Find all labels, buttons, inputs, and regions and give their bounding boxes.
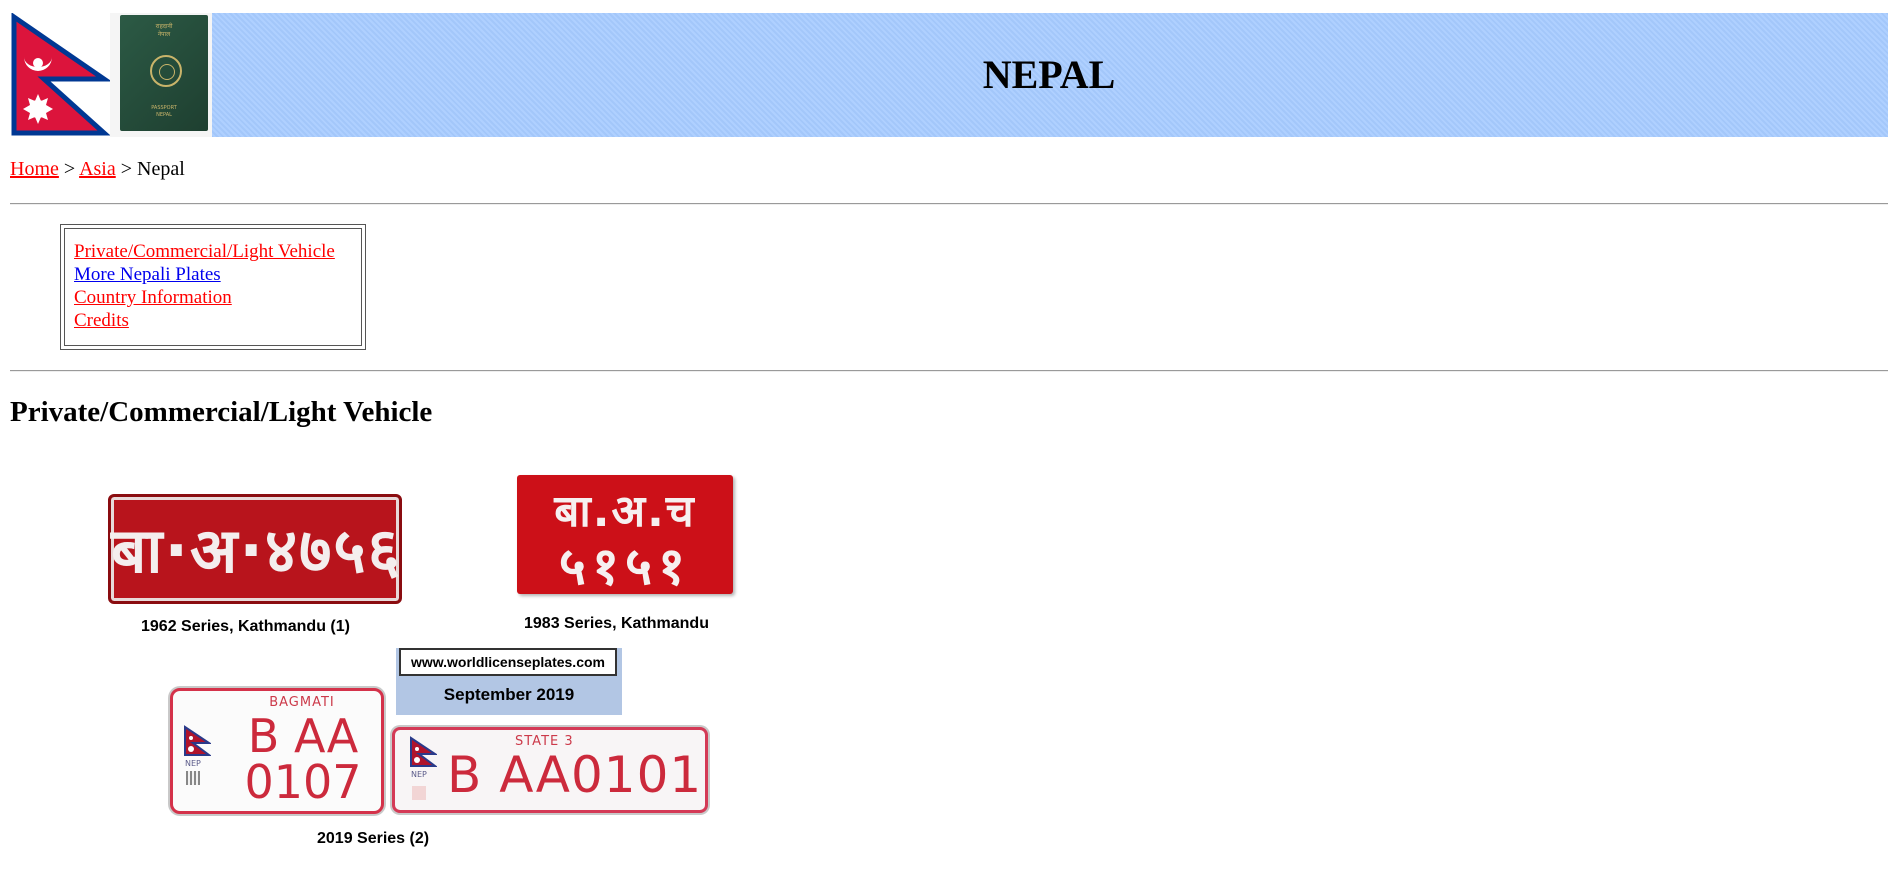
divider — [10, 370, 1888, 372]
passport-top-line-2: नेपाल — [157, 31, 171, 38]
plate-caption-1983: 1983 Series, Kathmandu — [524, 615, 709, 632]
nepal-flag-icon — [184, 725, 211, 756]
page-title: NEPAL — [982, 52, 1116, 97]
watermark: www.worldlicenseplates.com September 201… — [396, 648, 622, 715]
toc-link-more-nepali-plates[interactable]: More Nepali Plates — [74, 264, 221, 285]
breadcrumb: Home > Asia > Nepal — [10, 158, 185, 181]
plate-image-1983: बा.अ.च ५१५१ — [517, 475, 733, 597]
table-of-contents: Private/Commercial/Light Vehicle More Ne… — [60, 224, 366, 350]
nepal-flag-icon — [410, 736, 437, 767]
passport-top-line-1: राहदानी — [155, 23, 173, 30]
breadcrumb-asia-link[interactable]: Asia — [79, 158, 116, 180]
plate-caption-2019: 2019 Series (2) — [317, 830, 430, 847]
breadcrumb-home-link[interactable]: Home — [10, 158, 59, 180]
plate-line-2: 0107 — [244, 755, 362, 809]
breadcrumb-separator: > — [120, 158, 133, 180]
plate-top-text: BAGMATI — [269, 695, 335, 710]
plate-image-2019-state3: NEP STATE 3 B AA0101 — [392, 727, 708, 813]
plate-line-2: ५१५१ — [558, 537, 692, 597]
plate-image-2019-bagmati: NEP BAGMATI B AA 0107 — [170, 688, 384, 814]
list-item: More Nepali Plates — [74, 263, 335, 286]
qr-code-icon — [186, 771, 200, 785]
list-item: Country Information — [74, 286, 335, 309]
qr-code-icon — [412, 786, 426, 800]
nep-label: NEP — [185, 759, 201, 768]
plate-text: बा·अ·४७५६ — [111, 514, 402, 587]
plate-caption-1962: 1962 Series, Kathmandu (1) — [141, 618, 350, 635]
toc-link-private-commercial[interactable]: Private/Commercial/Light Vehicle — [74, 241, 335, 262]
header-banner: राहदानी नेपाल PASSPORT NEPAL NEPAL — [10, 12, 1888, 137]
divider — [10, 203, 1888, 205]
passport-bottom-line-2: NEPAL — [156, 112, 172, 118]
plate-image-1962: बा·अ·४७५६ — [108, 494, 402, 604]
list-item: Private/Commercial/Light Vehicle — [74, 240, 335, 263]
section-heading: Private/Commercial/Light Vehicle — [10, 396, 433, 428]
watermark-url: www.worldlicenseplates.com — [399, 648, 617, 676]
breadcrumb-current: Nepal — [137, 158, 185, 180]
plate-number: B AA0101 — [447, 746, 703, 804]
toc-link-country-information[interactable]: Country Information — [74, 287, 232, 308]
list-item: Credits — [74, 309, 335, 332]
nep-label: NEP — [411, 770, 427, 779]
watermark-date: September 2019 — [443, 685, 575, 704]
breadcrumb-separator: > — [63, 158, 76, 180]
passport-bottom-line-1: PASSPORT — [151, 105, 177, 111]
toc-link-credits[interactable]: Credits — [74, 310, 129, 331]
